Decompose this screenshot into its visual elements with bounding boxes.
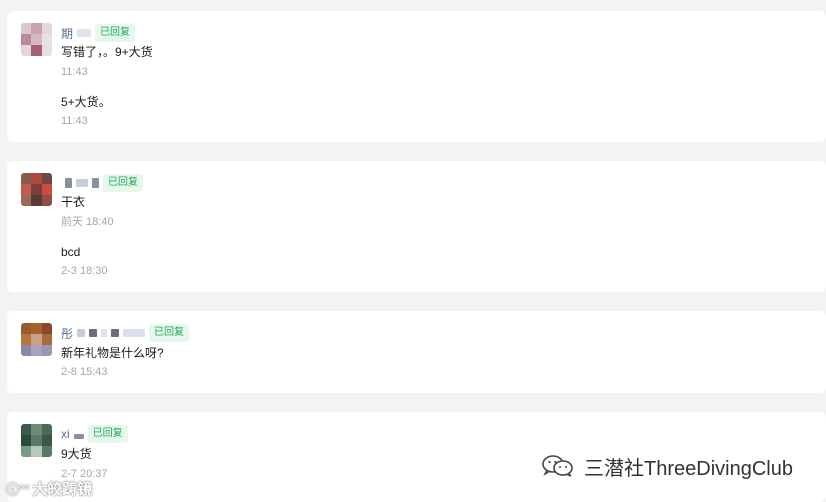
comment-time: 2-8 15:43 [61, 366, 108, 378]
replied-badge: 已回复 [87, 425, 128, 443]
comment-text: 干衣 [61, 195, 86, 209]
redacted-name [77, 329, 86, 337]
comment-time: 2-3 18:30 [61, 265, 108, 277]
comment-card: 已回复 干衣 前天 18:40 bcd 2-3 18:30 [7, 161, 826, 292]
watermark-logo-icon: ⓒ°° [6, 482, 30, 497]
comment-list-page: 期 已回复 写错了，。9+大货 11:43 5+大货。 11:43 已回复 干衣… [0, 0, 826, 502]
redacted-name [101, 329, 108, 337]
avatar[interactable] [21, 23, 52, 56]
comment-text: bcd [61, 245, 81, 259]
username[interactable]: 彤 [61, 325, 73, 342]
comment-header: 彤 已回复 [61, 323, 190, 343]
avatar[interactable] [21, 323, 52, 356]
comment-time: 11:43 [61, 66, 88, 78]
redacted-name [77, 29, 92, 37]
username[interactable]: 期 [61, 25, 73, 42]
comment-time: 11:43 [61, 115, 88, 127]
comment-header: 期 已回复 [61, 23, 136, 43]
comment-card: 彤 已回复 新年礼物是什么呀? 2-8 15:43 [7, 311, 826, 393]
replied-badge: 已回复 [149, 324, 190, 342]
comment-time: 前天 18:40 [61, 216, 114, 228]
avatar[interactable] [21, 173, 52, 206]
comment-header: 已回复 [61, 173, 143, 193]
comment-text: 9大货 [61, 447, 92, 461]
redacted-name [123, 329, 146, 337]
watermark-left: ⓒ°° 大皎踌镜 [6, 478, 92, 499]
watermark-right: 三潜社ThreeDivingClub [540, 453, 793, 480]
watermark-right-text: 三潜社ThreeDivingClub [584, 457, 793, 480]
redacted-name [111, 329, 120, 337]
redacted-name [76, 179, 88, 187]
wechat-logo-icon [542, 455, 573, 477]
comment-text: 写错了，。9+大货 [61, 45, 153, 59]
redacted-name [65, 178, 72, 188]
replied-badge: 已回复 [103, 174, 143, 192]
redacted-name [92, 178, 99, 188]
comment-card: 期 已回复 写错了，。9+大货 11:43 5+大货。 11:43 [7, 11, 826, 142]
username[interactable]: xi [61, 427, 70, 441]
redacted-name [73, 434, 84, 439]
avatar[interactable] [21, 424, 52, 457]
redacted-name [89, 329, 98, 337]
comment-header: xi 已回复 [61, 424, 128, 444]
comment-text: 新年礼物是什么呀? [61, 346, 164, 360]
watermark-left-text: 大皎踌镜 [32, 481, 93, 498]
replied-badge: 已回复 [95, 24, 136, 42]
comment-text: 5+大货。 [61, 95, 111, 109]
